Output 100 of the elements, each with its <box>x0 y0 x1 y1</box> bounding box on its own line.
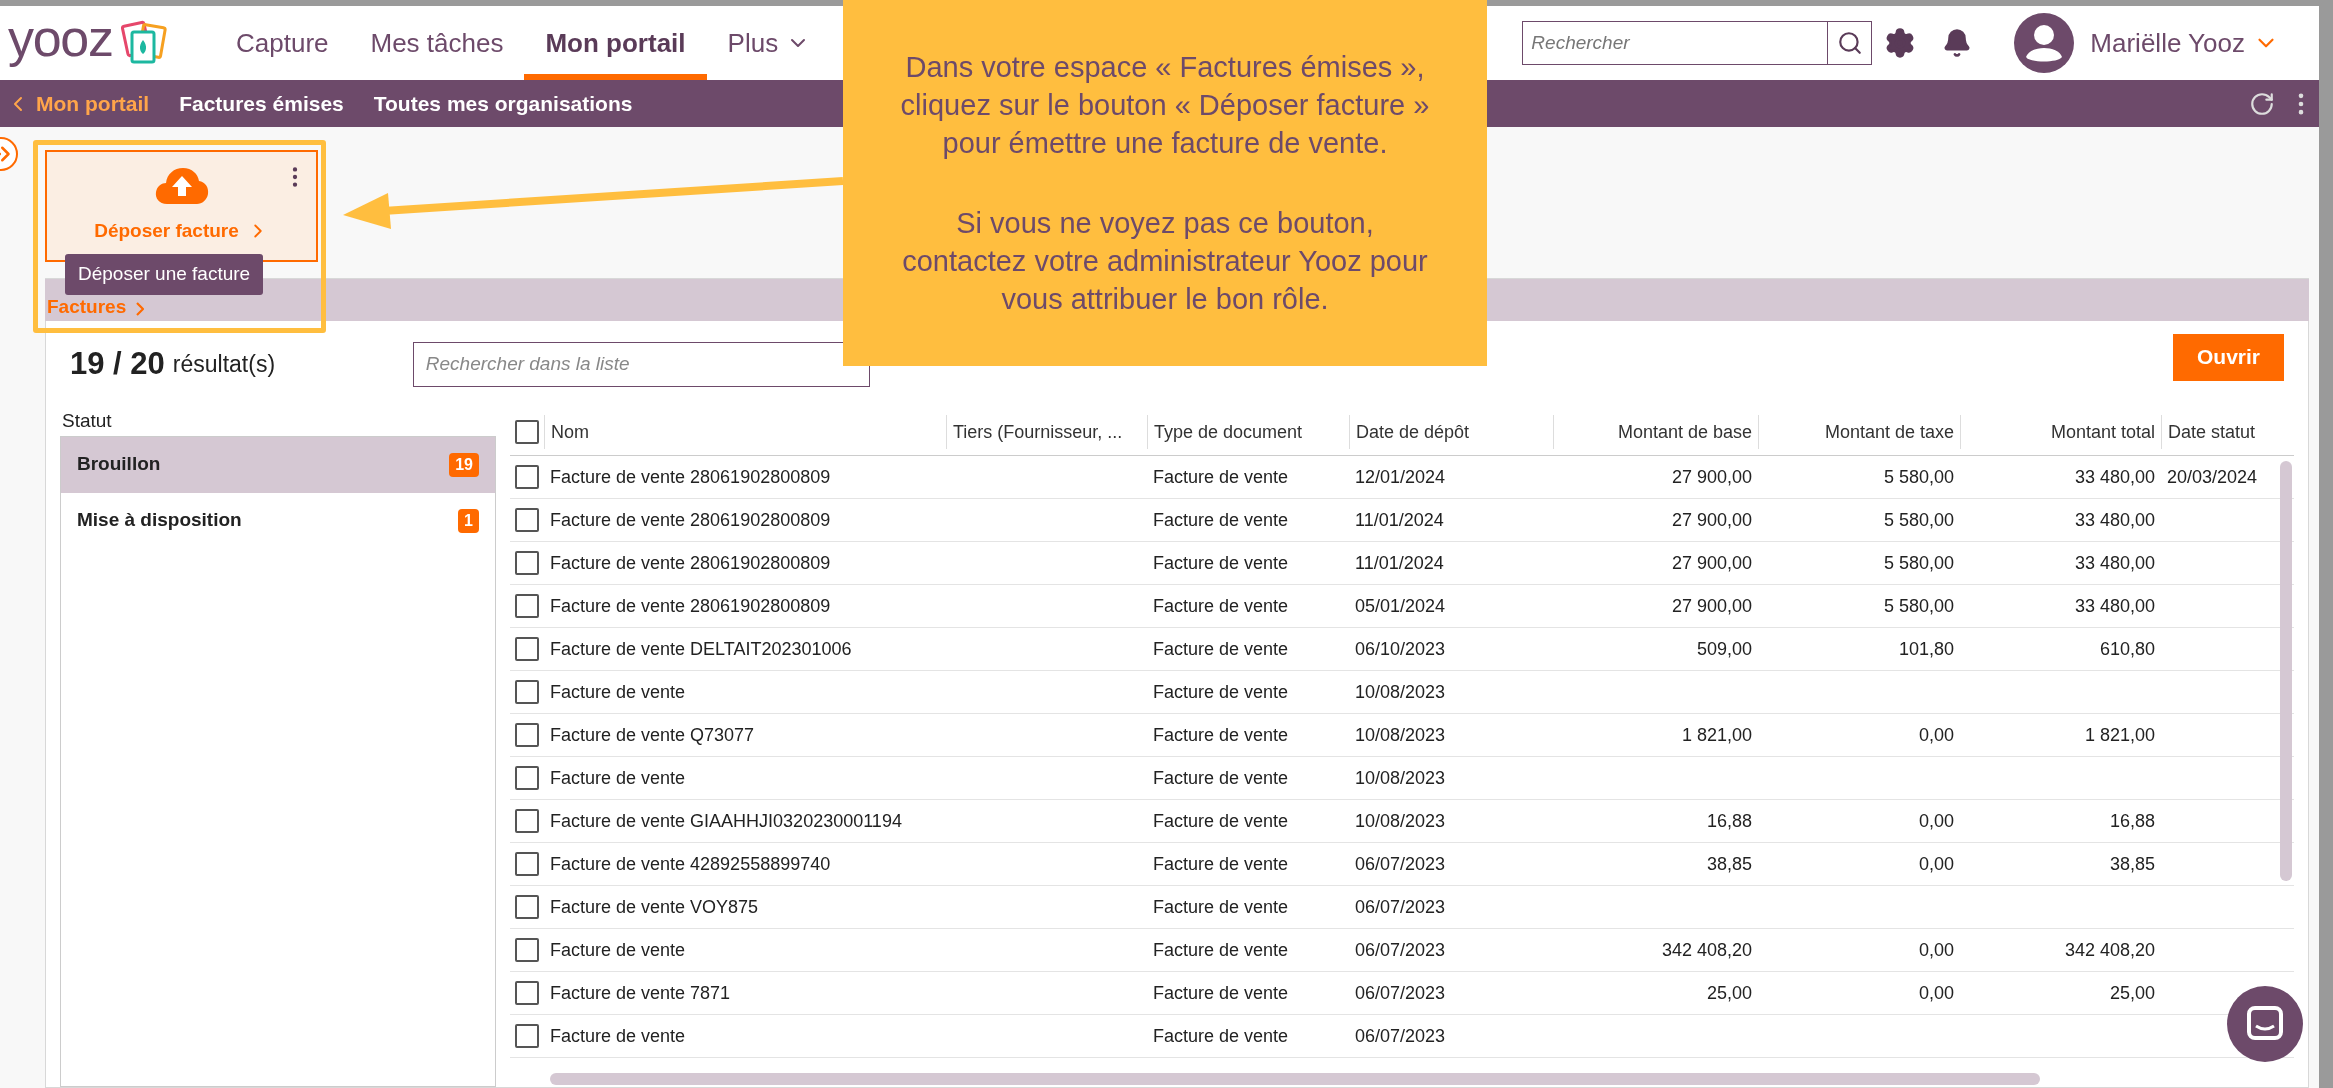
column-header[interactable]: Montant de base <box>1617 418 1752 446</box>
table-cell-text: 05/01/2024 <box>1355 594 1446 618</box>
search-box[interactable]: Rechercher <box>1522 21 1873 65</box>
checkbox[interactable] <box>515 508 539 532</box>
back-link[interactable]: Mon portail <box>36 87 150 120</box>
table-cell-text: Facture de vente <box>550 938 686 962</box>
checkbox[interactable] <box>515 420 539 444</box>
table-cell-text: Facture de vente <box>1153 508 1289 532</box>
checkbox[interactable] <box>515 680 539 704</box>
column-header[interactable]: Montant de taxe <box>1824 418 1954 446</box>
chat-icon[interactable] <box>2227 986 2303 1062</box>
column-header[interactable]: Type de document <box>1154 418 1303 446</box>
checkbox[interactable] <box>515 981 539 1005</box>
status-item[interactable]: Brouillon 19 <box>61 436 495 493</box>
table-cell-text: 10/08/2023 <box>1355 809 1446 833</box>
table-cell-text: 1 821,00 <box>1681 723 1752 747</box>
table-cell-text: 0,00 <box>1918 938 1954 962</box>
table-cell-text: Facture de vente <box>1153 852 1289 876</box>
result-label: résultat(s) <box>172 349 277 379</box>
nav-tab[interactable]: Plus <box>706 6 832 80</box>
user-name[interactable]: Mariëlle Yooz <box>2090 23 2245 63</box>
table-cell-text: 27 900,00 <box>1671 508 1752 532</box>
count-badge: 1 <box>458 508 479 533</box>
table-cell-text: 5 580,00 <box>1883 594 1954 618</box>
table-cell-text: 06/07/2023 <box>1355 895 1446 919</box>
tile-label: Déposer facture <box>94 218 239 243</box>
table-cell-text: Facture de vente <box>1153 637 1289 661</box>
cloud-upload-icon <box>154 166 209 205</box>
table-cell-text: 06/10/2023 <box>1355 637 1446 661</box>
subnav-link[interactable]: Factures émises <box>179 87 344 120</box>
table-cell-text: 20/03/2024 <box>2167 465 2258 489</box>
table-cell-text: 27 900,00 <box>1671 594 1752 618</box>
list-search-field[interactable]: Rechercher dans la liste <box>412 341 870 387</box>
table-cell-text: 0,00 <box>1918 723 1954 747</box>
table-cell-text: Facture de vente 28061902800809 <box>550 551 831 575</box>
table-cell-text: 101,80 <box>1898 637 1954 661</box>
table-cell-text: 16,88 <box>2109 809 2155 833</box>
checkbox[interactable] <box>515 637 539 661</box>
result-count: 19 / 20 <box>70 344 165 383</box>
checkbox[interactable] <box>515 723 539 747</box>
column-header[interactable]: Nom <box>551 418 589 446</box>
table-cell-text: 509,00 <box>1696 637 1752 661</box>
table-cell-text: Facture de vente 28061902800809 <box>550 594 831 618</box>
table-cell-text: 27 900,00 <box>1671 465 1752 489</box>
table-cell-text: Facture de vente <box>1153 1024 1289 1048</box>
vertical-scrollbar[interactable] <box>2280 461 2292 881</box>
checkbox[interactable] <box>515 465 539 489</box>
column-header[interactable]: Date de dépôt <box>1356 418 1470 446</box>
table-cell-text: Facture de vente <box>1153 594 1289 618</box>
table-cell-text: 16,88 <box>1706 809 1752 833</box>
checkbox[interactable] <box>515 766 539 790</box>
table-cell-text: 06/07/2023 <box>1355 852 1446 876</box>
table-cell-text: Facture de vente <box>1153 551 1289 575</box>
avatar-icon[interactable] <box>2014 13 2075 73</box>
search-field[interactable]: Rechercher <box>1523 22 1828 64</box>
search-icon <box>1836 30 1863 56</box>
column-header[interactable]: Tiers (Fournisseur, ... <box>953 418 1123 446</box>
table-cell-text: Facture de vente <box>1153 895 1289 919</box>
column-header[interactable]: Montant total <box>2050 418 2155 446</box>
table-cell-text: 0,00 <box>1918 809 1954 833</box>
table-cell-text: Facture de vente <box>1153 938 1289 962</box>
nav-tab[interactable]: Mes tâches <box>349 6 525 80</box>
table-cell-text: 27 900,00 <box>1671 551 1752 575</box>
checkbox[interactable] <box>515 895 539 919</box>
subnav-link[interactable]: Toutes mes organisations <box>373 87 633 120</box>
table-cell-text: 25,00 <box>2109 981 2155 1005</box>
table-cell-text: Facture de vente <box>1153 766 1289 790</box>
chevron-right-icon <box>136 302 145 316</box>
nav-tab[interactable]: Capture <box>215 6 350 80</box>
table-cell-text: Facture de vente VOY875 <box>550 895 759 919</box>
table-cell-text: Facture de vente <box>1153 809 1289 833</box>
checkbox[interactable] <box>515 938 539 962</box>
checkbox[interactable] <box>515 594 539 618</box>
checkbox[interactable] <box>515 1024 539 1048</box>
checkbox[interactable] <box>515 852 539 876</box>
column-header[interactable]: Date statut <box>2168 418 2256 446</box>
table-cell-text: 06/07/2023 <box>1355 1024 1446 1048</box>
table-cell-text: 342 408,20 <box>2064 938 2155 962</box>
table-cell-text: 33 480,00 <box>2074 465 2155 489</box>
status-title: Statut <box>61 409 113 433</box>
table-cell-text: Facture de vente <box>550 766 686 790</box>
table-cell-text: Facture de vente Q73077 <box>550 723 755 747</box>
table-cell-text: Facture de vente <box>1153 981 1289 1005</box>
table-cell-text: 11/01/2024 <box>1355 508 1444 532</box>
table-cell-text: Facture de vente 7871 <box>550 981 731 1005</box>
table-cell-text: 1 821,00 <box>2084 723 2155 747</box>
table-cell-text: 38,85 <box>2109 852 2155 876</box>
horizontal-scrollbar[interactable] <box>550 1073 2040 1085</box>
count-badge: 19 <box>449 452 479 477</box>
checkbox[interactable] <box>515 551 539 575</box>
table-cell-text: Facture de vente <box>1153 723 1289 747</box>
callout-text: Dans votre espace « Factures émises », cliquez sur le bouton « Déposer facture » pour émettre une facture de vente. <box>899 50 1431 161</box>
table-cell-text: 12/01/2024 <box>1355 465 1446 489</box>
checkbox[interactable] <box>515 809 539 833</box>
table-cell-text: Facture de vente 28061902800809 <box>550 508 831 532</box>
table-cell-text: Facture de vente 28061902800809 <box>550 465 831 489</box>
table-cell-text: Facture de vente <box>550 1024 686 1048</box>
table-cell-text: 610,80 <box>2099 637 2155 661</box>
table-cell-text: 10/08/2023 <box>1355 680 1446 704</box>
refresh-icon[interactable] <box>2249 90 2275 117</box>
